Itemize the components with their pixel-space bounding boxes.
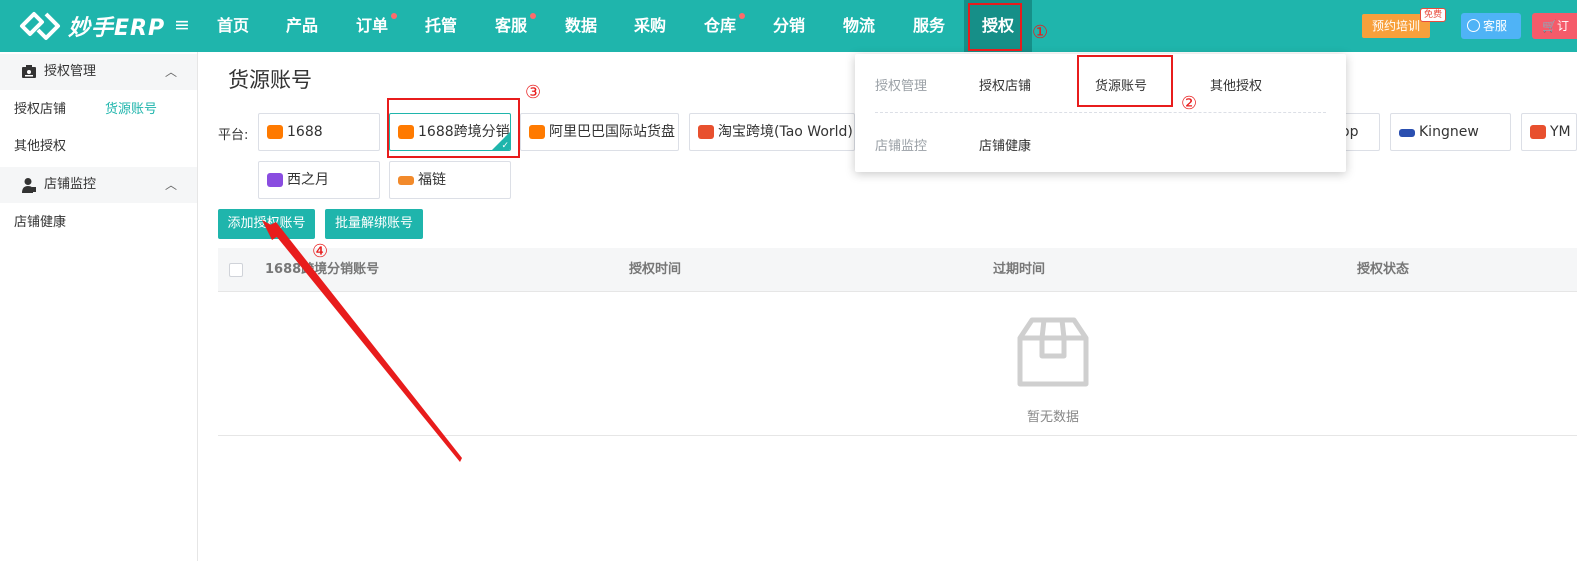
nav-purchase[interactable]: 采购 <box>625 0 675 52</box>
select-all-checkbox[interactable] <box>229 263 243 277</box>
platform-name: 1688 <box>287 124 323 140</box>
platform-kingnew[interactable]: Kingnew <box>1390 113 1511 151</box>
customer-service-button[interactable]: 客服 <box>1461 13 1521 39</box>
column-auth-status: 授权状态 <box>1357 262 1410 277</box>
app-logo[interactable]: 妙手ERP <box>18 8 165 44</box>
sidebar-item-auth-shop[interactable]: 授权店铺 <box>14 101 66 119</box>
cart-label: 订 <box>1556 19 1569 33</box>
nav-warehouse[interactable]: 仓库 <box>695 0 745 52</box>
nav-orders[interactable]: 订单 <box>347 0 397 52</box>
id-card-icon <box>22 65 36 78</box>
platform-ym[interactable]: YM <box>1521 113 1577 151</box>
orders-notification-dot <box>391 13 397 19</box>
table-bottom-border <box>218 435 1577 436</box>
platform-taoworld[interactable]: 淘宝跨境(Tao World) <box>689 113 855 151</box>
headset-icon <box>1467 19 1480 32</box>
menu-toggle-icon[interactable]: ≡ <box>174 16 192 35</box>
nav-home[interactable]: 首页 <box>208 0 258 52</box>
platform-name: Kingnew <box>1419 124 1479 140</box>
batch-unbind-button[interactable]: 批量解绑账号 <box>325 209 423 239</box>
platform-name: YM <box>1550 124 1571 140</box>
empty-text: 暂无数据 <box>1026 410 1079 425</box>
column-auth-time: 授权时间 <box>629 262 682 277</box>
service-notification-dot <box>530 13 536 19</box>
dropdown-divider <box>875 112 1326 113</box>
sidebar-group-monitor-label: 店铺监控 <box>44 177 97 192</box>
platform-fulian[interactable]: 福链 <box>389 161 511 199</box>
platform-name: 阿里巴巴国际站货盘 <box>549 124 675 140</box>
nav-customer-service[interactable]: 客服 <box>486 0 536 52</box>
annotation-number-3: ③ <box>525 82 542 103</box>
chevron-up-icon: ︿ <box>165 178 178 192</box>
xizhiyue-icon <box>267 173 283 187</box>
dropdown-link-shop-health[interactable]: 店铺健康 <box>979 135 1031 154</box>
cart-button[interactable]: 🛒订 <box>1532 13 1577 39</box>
ym-icon <box>1530 125 1546 139</box>
alibaba-icon <box>267 125 283 139</box>
sidebar-item-other-auth[interactable]: 其他授权 <box>14 138 66 156</box>
logo-diamond-icon <box>20 12 60 40</box>
annotation-box-2 <box>1077 55 1173 107</box>
kingnew-icon <box>1399 129 1415 137</box>
platform-alibaba-intl[interactable]: 阿里巴巴国际站货盘 <box>520 113 679 151</box>
nav-hosting[interactable]: 托管 <box>416 0 466 52</box>
customer-service-label: 客服 <box>1483 19 1508 33</box>
taobao-icon <box>698 125 714 139</box>
sidebar-group-monitor[interactable]: 店铺监控 ︿ <box>0 167 197 203</box>
platform-name: 淘宝跨境(Tao World) <box>718 124 853 140</box>
platform-name: 西之月 <box>287 172 329 188</box>
annotation-number-1: ① <box>1032 22 1049 43</box>
warehouse-notification-dot <box>739 13 745 19</box>
nav-data[interactable]: 数据 <box>556 0 606 52</box>
platform-label: 平台: <box>218 128 249 143</box>
column-expire-time: 过期时间 <box>993 262 1046 277</box>
logo-text: 妙手ERP <box>68 16 166 41</box>
cart-icon: 🛒 <box>1542 19 1557 33</box>
platform-xizhiyue[interactable]: 西之月 <box>258 161 380 199</box>
platform-1688[interactable]: 1688 <box>258 113 380 151</box>
platform-name: 福链 <box>418 172 446 188</box>
fulian-icon <box>398 176 414 185</box>
dropdown-section-monitor: 店铺监控 <box>875 139 928 154</box>
sidebar-item-source-account[interactable]: 货源账号 <box>105 101 157 119</box>
nav-products[interactable]: 产品 <box>277 0 327 52</box>
sidebar: 授权管理 ︿ 授权店铺 货源账号 其他授权 店铺监控 ︿ 店铺健康 <box>0 52 198 561</box>
user-monitor-icon <box>22 178 36 193</box>
empty-box-icon <box>1017 317 1089 387</box>
top-navbar: 妙手ERP ≡ 首页 产品 订单 托管 客服 数据 采购 仓库 分销 物流 服务… <box>0 0 1577 52</box>
annotation-box-3 <box>387 98 520 158</box>
dropdown-link-auth-shop[interactable]: 授权店铺 <box>979 75 1031 94</box>
annotation-number-4: ④ <box>312 241 329 262</box>
table-header: 1688跨境分销账号 授权时间 过期时间 授权状态 <box>218 248 1577 292</box>
annotation-box-1 <box>968 3 1022 51</box>
add-auth-account-button[interactable]: 添加授权账号 <box>218 209 315 239</box>
annotation-number-2: ② <box>1181 93 1198 114</box>
free-badge: 免费 <box>1420 8 1447 22</box>
chevron-up-icon: ︿ <box>165 65 178 79</box>
app-root: 妙手ERP ≡ 首页 产品 订单 托管 客服 数据 采购 仓库 分销 物流 服务… <box>0 0 1577 561</box>
dropdown-section-auth: 授权管理 <box>875 79 928 94</box>
page-title: 货源账号 <box>228 68 312 92</box>
sidebar-group-auth[interactable]: 授权管理 ︿ <box>0 54 197 90</box>
nav-services[interactable]: 服务 <box>904 0 954 52</box>
alibaba-icon <box>529 125 545 139</box>
nav-logistics[interactable]: 物流 <box>834 0 884 52</box>
sidebar-group-auth-label: 授权管理 <box>44 64 97 79</box>
sidebar-item-shop-health[interactable]: 店铺健康 <box>14 214 66 232</box>
dropdown-link-other-auth[interactable]: 其他授权 <box>1210 75 1262 94</box>
nav-distribution[interactable]: 分销 <box>764 0 814 52</box>
